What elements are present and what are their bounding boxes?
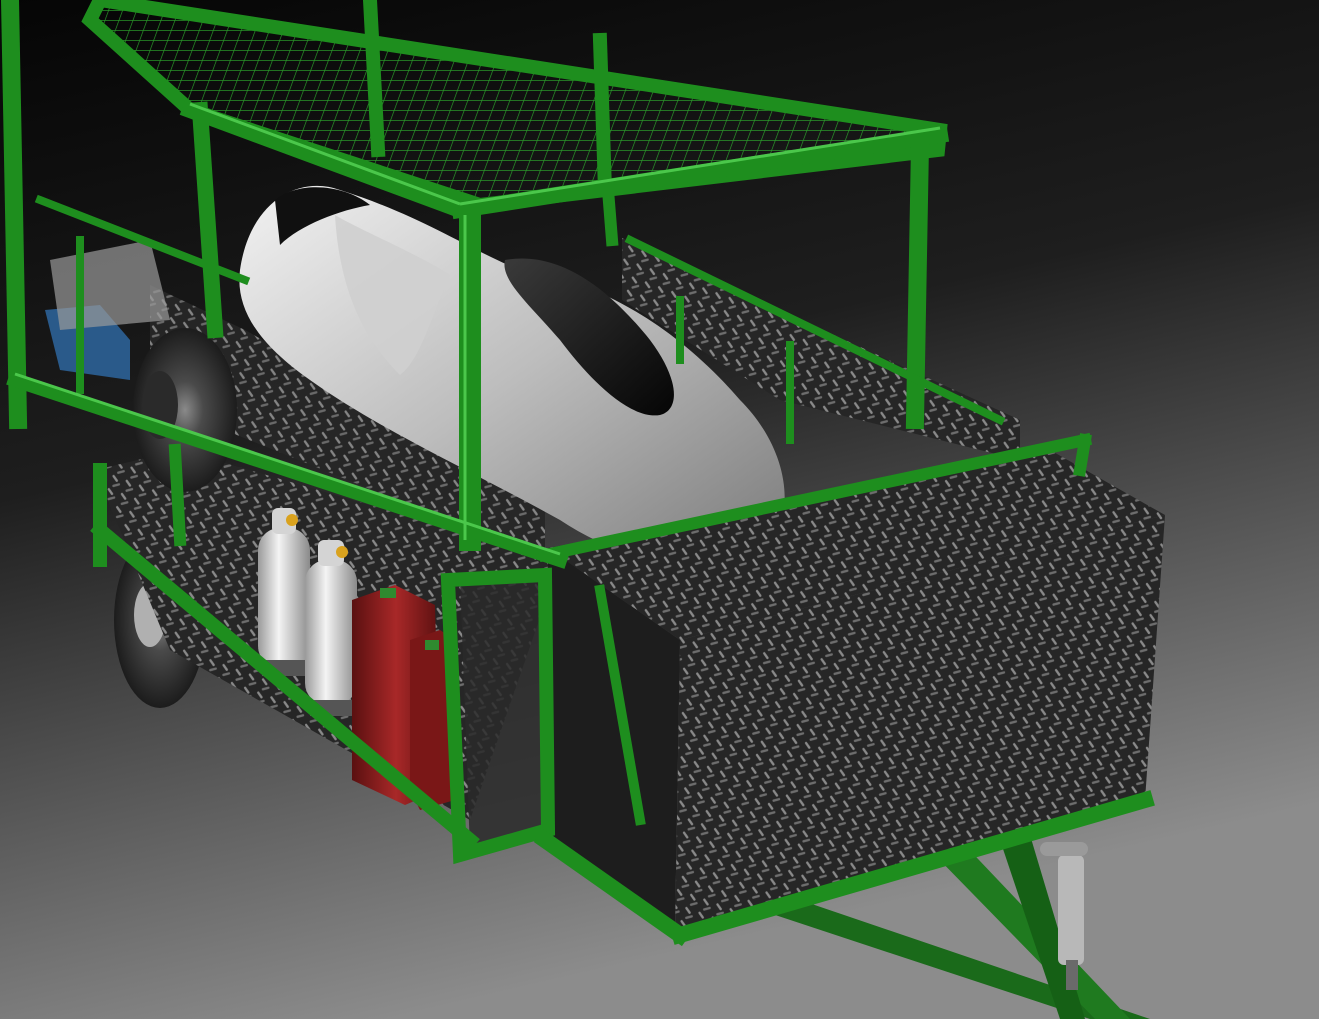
side-compartment bbox=[460, 575, 545, 850]
gas-bottle-2 bbox=[305, 540, 357, 716]
gas-bottle-1 bbox=[258, 508, 310, 676]
spare-tire bbox=[133, 328, 237, 492]
trailer-render-scene bbox=[0, 0, 1319, 1019]
